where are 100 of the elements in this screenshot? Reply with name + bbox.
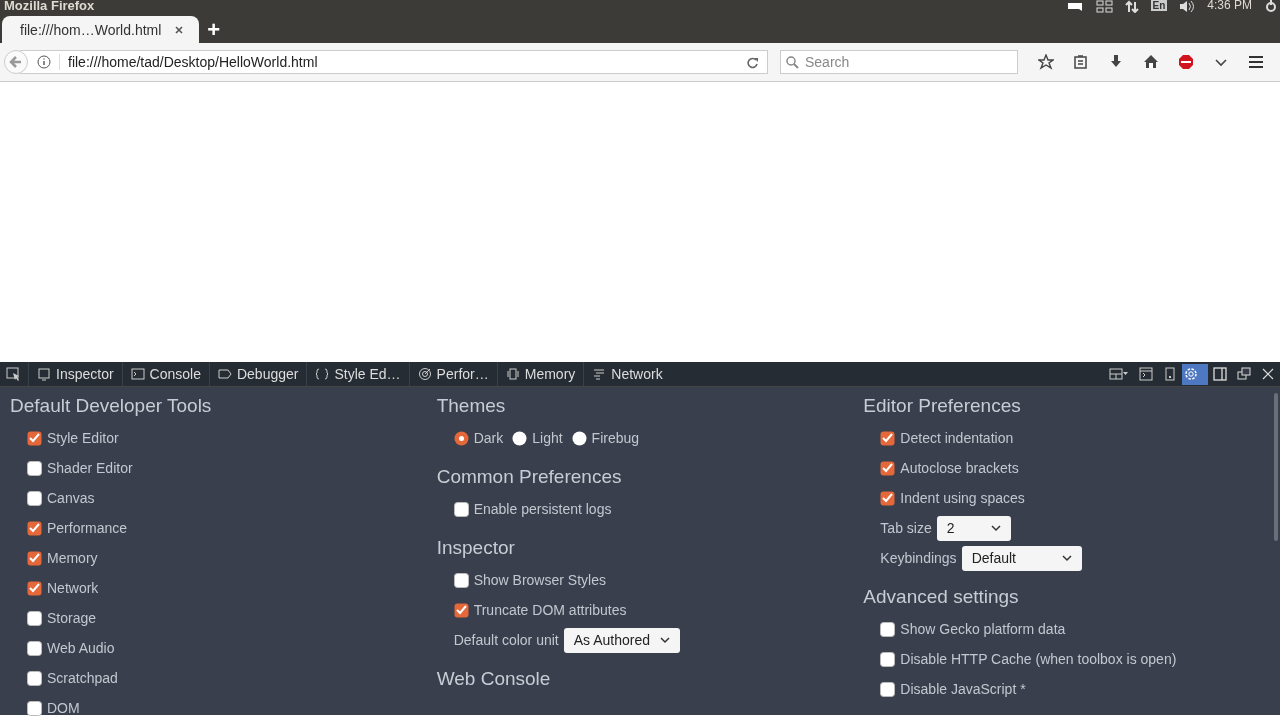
console-icon[interactable]	[1139, 367, 1153, 381]
caret-icon	[990, 524, 1001, 532]
checkbox-label: Shader Editor	[47, 460, 133, 476]
element-picker-icon[interactable]	[6, 367, 20, 381]
section-heading: Common Preferences	[436, 466, 623, 487]
close-icon[interactable]	[175, 25, 184, 34]
checkbox-label: Disable HTTP Cache (when toolbox is open)	[900, 651, 1177, 667]
select-label: Tab size	[880, 520, 932, 536]
checkbox-label: Enable persistent logs	[473, 501, 612, 517]
checkbox[interactable]	[880, 430, 896, 446]
checkbox[interactable]	[880, 621, 896, 637]
radio-label: Dark	[473, 430, 504, 446]
volume-icon	[1179, 0, 1196, 13]
section-heading: Default Developer Tools	[10, 395, 213, 416]
dropdown[interactable]: As Authored	[563, 627, 680, 653]
checkbox-label: Web Audio	[47, 640, 115, 656]
checkbox[interactable]	[880, 651, 896, 667]
power-icon	[1264, 0, 1278, 12]
radio-button[interactable]	[453, 430, 469, 446]
chat-icon	[1065, 0, 1084, 12]
performance-icon	[417, 367, 432, 381]
dropdown[interactable]: 2	[936, 515, 1011, 541]
devtools-tab[interactable]: Debugger	[208, 362, 307, 386]
address-field[interactable]: file:///home/tad/Desktop/HelloWorld.html	[20, 50, 768, 74]
layout-icon[interactable]	[1109, 367, 1129, 381]
checkbox[interactable]	[880, 490, 896, 506]
section-heading: Editor Preferences	[863, 395, 1022, 416]
checkbox-label: DOM	[47, 700, 80, 716]
checkbox-label: Show Gecko platform data	[900, 621, 1066, 637]
search-icon	[786, 56, 799, 69]
browser-tab[interactable]: file:///hom…World.html	[2, 16, 200, 43]
inspector-icon	[37, 367, 51, 381]
new-tab-button[interactable]: +	[199, 16, 229, 43]
radio-label: Firebug	[591, 430, 640, 446]
info-icon	[37, 55, 51, 69]
dropdown[interactable]: Default	[961, 545, 1082, 571]
checkbox-label: Network	[47, 580, 99, 596]
section-heading: Advanced settings	[863, 586, 1020, 607]
section-heading: Web Console	[436, 668, 552, 689]
checkbox[interactable]	[27, 670, 42, 686]
clock: 4:36 PM	[1207, 0, 1252, 10]
select-label: Keybindings	[880, 550, 957, 566]
dock-side-icon[interactable]	[1213, 367, 1227, 381]
keyboard-indicator[interactable]: En	[1150, 0, 1168, 11]
window-title: Mozilla Firefox	[3, 0, 95, 11]
checkbox-label: Performance	[47, 520, 128, 536]
console-icon	[130, 367, 145, 381]
radio-button[interactable]	[512, 430, 528, 446]
checkbox[interactable]	[27, 460, 42, 476]
reload-icon[interactable]	[746, 55, 759, 69]
checkbox[interactable]	[453, 572, 469, 588]
checkbox-label: Detect indentation	[900, 430, 1014, 446]
checkbox-label: Indent using spaces	[900, 490, 1025, 506]
search-field[interactable]: Search	[780, 50, 1018, 74]
grid-icon	[1095, 0, 1113, 13]
network-icon	[592, 367, 607, 381]
checkbox[interactable]	[27, 490, 42, 506]
checkbox[interactable]	[880, 681, 896, 697]
checkbox[interactable]	[880, 460, 896, 476]
checkbox[interactable]	[453, 501, 469, 517]
devtools-tab[interactable]: Inspector	[28, 362, 122, 386]
checkbox[interactable]	[27, 640, 42, 656]
settings-icon[interactable]	[1182, 363, 1208, 385]
caret-icon	[1061, 554, 1072, 562]
clipboard-icon[interactable]	[1073, 54, 1089, 70]
scrollbar[interactable]	[1274, 393, 1278, 541]
devtools-tab[interactable]: Network	[583, 362, 671, 386]
devtools-tab[interactable]: Console	[121, 362, 209, 386]
stop-sign-icon[interactable]	[1178, 54, 1194, 70]
checkbox-label: Autoclose brackets	[900, 460, 1019, 476]
devtools-tab[interactable]: Style Ed…	[306, 362, 409, 386]
checkbox-label: Scratchpad	[47, 670, 118, 686]
checkbox-label: Truncate DOM attributes	[473, 602, 627, 618]
checkbox-label: Memory	[47, 550, 98, 566]
home-icon[interactable]	[1143, 54, 1159, 70]
checkbox[interactable]	[27, 700, 42, 716]
transfer-icon	[1124, 0, 1139, 13]
menu-icon[interactable]	[1248, 54, 1264, 70]
checkbox[interactable]	[27, 580, 42, 596]
checkbox[interactable]	[453, 602, 469, 618]
checkbox[interactable]	[27, 550, 42, 566]
checkbox-label: Disable JavaScript *	[900, 681, 1026, 697]
phone-icon[interactable]	[1163, 367, 1177, 381]
radio-label: Light	[532, 430, 563, 446]
caret-icon	[660, 636, 670, 644]
checkbox-label: Canvas	[47, 490, 95, 506]
debugger-icon	[217, 367, 232, 381]
back-button[interactable]	[4, 50, 28, 74]
checkbox[interactable]	[27, 610, 42, 626]
devtools-tab[interactable]: Memory	[496, 362, 584, 386]
devtools-tab[interactable]: Perfor…	[408, 362, 497, 386]
separate-window-icon[interactable]	[1237, 367, 1251, 381]
style-icon	[315, 367, 330, 381]
bookmark-star-icon[interactable]	[1038, 54, 1054, 70]
checkbox[interactable]	[27, 520, 42, 536]
checkbox[interactable]	[27, 430, 42, 446]
radio-button[interactable]	[571, 430, 587, 446]
select-label: Default color unit	[453, 632, 559, 648]
checkbox-label: Storage	[47, 610, 97, 626]
checkbox-label: Show Browser Styles	[473, 572, 606, 588]
